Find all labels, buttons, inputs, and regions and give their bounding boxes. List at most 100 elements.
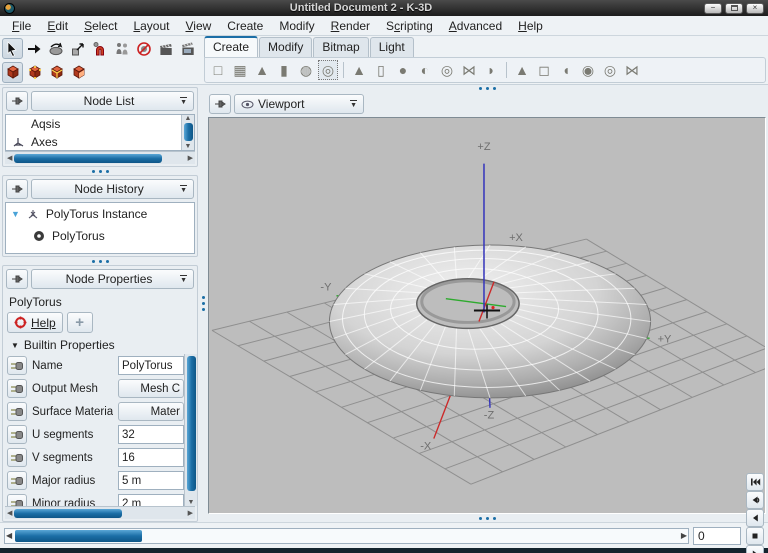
scroll-thumb[interactable] — [14, 509, 122, 518]
panel-splitter[interactable] — [2, 257, 198, 265]
menu-help[interactable]: Help — [510, 17, 551, 35]
builtin-properties-group[interactable]: ▼ Builtin Properties — [3, 335, 197, 354]
scale-tool-button[interactable] — [68, 38, 89, 59]
render-frame-button[interactable] — [177, 38, 198, 59]
tab-create[interactable]: Create — [204, 36, 258, 57]
property-input-u-segments[interactable]: 32 — [118, 425, 184, 444]
tab-modify[interactable]: Modify — [259, 37, 312, 57]
nurbs-cylinder-icon[interactable]: ◻ — [534, 60, 554, 80]
nurbs-cone-icon[interactable]: ▲ — [512, 60, 532, 80]
menu-select[interactable]: Select — [76, 17, 125, 35]
menu-render[interactable]: Render — [323, 17, 378, 35]
menu-advanced[interactable]: Advanced — [441, 17, 510, 35]
poly-cube-icon[interactable]: □ — [208, 60, 228, 80]
scroll-thumb[interactable] — [184, 123, 193, 141]
poly-cone-icon[interactable]: ▲ — [252, 60, 272, 80]
menu-file[interactable]: File — [4, 17, 39, 35]
nurbs-sphere-icon[interactable]: ◖ — [556, 60, 576, 80]
channel-plug-button[interactable] — [7, 356, 27, 375]
poly-cylinder-icon[interactable]: ▮ — [274, 60, 294, 80]
maximize-button[interactable] — [725, 3, 743, 14]
pin-button[interactable] — [6, 91, 28, 111]
shaded-sphere-icon[interactable]: ◐ — [415, 60, 435, 80]
node-properties-selector[interactable]: Node Properties ▼ — [31, 269, 194, 289]
minimize-button[interactable]: − — [704, 3, 722, 14]
property-button-output-mesh[interactable]: Mesh C — [118, 379, 184, 398]
render-preview-button[interactable] — [155, 38, 176, 59]
torus-primitive-icon[interactable]: ◎ — [600, 60, 620, 80]
scroll-thumb[interactable] — [14, 154, 161, 163]
tab-bitmap[interactable]: Bitmap — [313, 37, 368, 57]
pin-button[interactable] — [209, 94, 231, 114]
channel-plug-button[interactable] — [7, 471, 27, 490]
tree-item-polytorus-instance[interactable]: ▼ PolyTorus Instance — [6, 203, 194, 225]
menu-create[interactable]: Create — [219, 17, 271, 35]
cone-icon[interactable]: ▲ — [349, 60, 369, 80]
channel-plug-button[interactable] — [7, 402, 27, 421]
play-backward-button[interactable] — [746, 491, 764, 509]
select-lines-button[interactable] — [46, 62, 67, 83]
node-history-selector[interactable]: Node History ▼ — [31, 179, 194, 199]
tab-light[interactable]: Light — [370, 37, 414, 57]
node-list-hscrollbar[interactable]: ◀ ▶ — [5, 151, 195, 164]
unparent-tool-button[interactable] — [133, 38, 154, 59]
list-item-aqsis[interactable]: Aqsis — [6, 115, 194, 133]
move-tool-button[interactable] — [24, 38, 45, 59]
hyperboloid-primitive-icon[interactable]: ⋈ — [622, 60, 642, 80]
channel-plug-button[interactable] — [7, 494, 27, 506]
pin-button[interactable] — [6, 269, 28, 289]
viewport-selector[interactable]: Viewport ▼ — [234, 94, 364, 114]
paraboloid-icon[interactable]: ◗ — [481, 60, 501, 80]
cylinder-icon[interactable]: ▯ — [371, 60, 391, 80]
parent-tool-button[interactable] — [111, 38, 132, 59]
hyperboloid-icon[interactable]: ⋈ — [459, 60, 479, 80]
frame-input[interactable]: 0 — [693, 527, 741, 545]
snap-tool-button[interactable] — [90, 38, 111, 59]
property-input-v-segments[interactable]: 16 — [118, 448, 184, 467]
add-property-button[interactable]: + — [67, 312, 93, 333]
property-input-minor-radius[interactable]: 2 m — [118, 494, 184, 506]
viewport-bottom-splitter[interactable] — [206, 514, 768, 522]
step-backward-button[interactable] — [746, 509, 764, 527]
channel-plug-button[interactable] — [7, 448, 27, 467]
timeline-scrollbar[interactable]: ◀ ▶ — [4, 528, 689, 544]
properties-vscrollbar[interactable]: ▼ — [184, 354, 197, 506]
channel-plug-button[interactable] — [7, 425, 27, 444]
help-button[interactable]: Help — [7, 312, 63, 333]
poly-torus-icon[interactable]: ◎ — [318, 60, 338, 80]
property-input-major-radius[interactable]: 5 m — [118, 471, 184, 490]
pin-button[interactable] — [6, 179, 28, 199]
close-button[interactable]: × — [746, 3, 764, 14]
timeline-thumb[interactable] — [15, 530, 142, 542]
sphere-icon[interactable]: ● — [393, 60, 413, 80]
go-to-start-button[interactable] — [746, 473, 764, 491]
list-item-axes[interactable]: Axes — [6, 133, 194, 151]
poly-sphere-icon[interactable]: ◍ — [296, 60, 316, 80]
menu-scripting[interactable]: Scripting — [378, 17, 441, 35]
menu-modify[interactable]: Modify — [271, 17, 322, 35]
sphere-primitive-icon[interactable]: ◉ — [578, 60, 598, 80]
node-list-selector[interactable]: Node List ▼ — [31, 91, 194, 111]
viewport-canvas[interactable]: +Z+X-Y+Y-Z-X — [208, 117, 766, 514]
rotate-tool-button[interactable] — [46, 38, 67, 59]
channel-plug-button[interactable] — [7, 379, 27, 398]
panel-splitter[interactable] — [2, 167, 198, 175]
menu-view[interactable]: View — [177, 17, 219, 35]
select-points-button[interactable] — [24, 62, 45, 83]
property-input-name[interactable]: PolyTorus — [118, 356, 184, 375]
poly-grid-icon[interactable]: ▦ — [230, 60, 250, 80]
select-tool-button[interactable] — [2, 38, 23, 59]
step-forward-button[interactable] — [746, 545, 764, 553]
menu-layout[interactable]: Layout — [125, 17, 177, 35]
property-button-surface-material[interactable]: Mater — [118, 402, 184, 421]
disk-icon[interactable]: ◎ — [437, 60, 457, 80]
node-list-vscrollbar[interactable]: ▲ ▼ — [181, 115, 194, 150]
menu-edit[interactable]: Edit — [39, 17, 76, 35]
select-faces-button[interactable] — [68, 62, 89, 83]
stop-button[interactable] — [746, 527, 764, 545]
expander-icon[interactable]: ▼ — [11, 209, 20, 219]
scroll-thumb[interactable] — [187, 356, 196, 491]
select-nodes-button[interactable] — [2, 62, 23, 83]
tree-item-polytorus[interactable]: PolyTorus — [6, 225, 194, 247]
properties-hscrollbar[interactable]: ◀ ▶ — [5, 506, 195, 519]
